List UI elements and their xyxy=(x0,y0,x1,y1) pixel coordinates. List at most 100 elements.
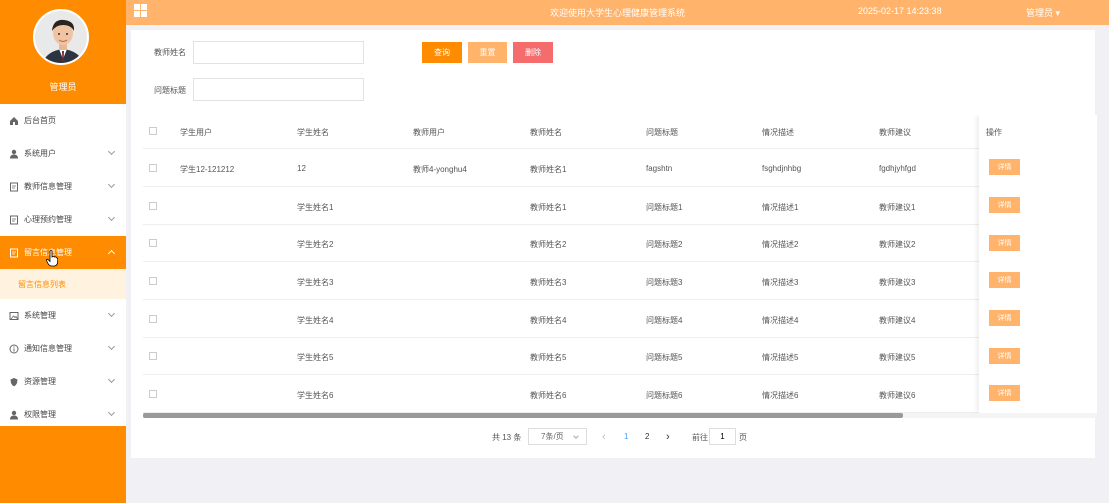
sidebar-item-label: 权限管理 xyxy=(24,410,56,419)
cell-suggestion: 教师建议3 xyxy=(879,278,916,287)
cell-question-title: 问题标题1 xyxy=(646,203,683,212)
detail-button[interactable]: 详情 xyxy=(989,272,1020,288)
row-checkbox[interactable] xyxy=(149,390,157,398)
delete-button[interactable]: 删除 xyxy=(513,42,553,63)
row-checkbox[interactable] xyxy=(149,239,157,247)
horizontal-scrollbar[interactable] xyxy=(143,413,903,418)
sidebar-item-home[interactable]: 后台首页 xyxy=(0,104,126,137)
hand-pointer-icon xyxy=(46,250,59,267)
cell-student-name: 学生姓名1 xyxy=(297,203,334,212)
question-title-label: 问题标题 xyxy=(154,86,186,95)
operation-column: 操作 详情 详情 详情 详情 详情 详情 详情 xyxy=(979,115,1097,413)
detail-button[interactable]: 详情 xyxy=(989,385,1020,401)
sidebar-item-system-users[interactable]: 系统用户 xyxy=(0,137,126,170)
chevron-down-icon xyxy=(107,147,116,156)
data-table: 学生用户 学生姓名 教师用户 教师姓名 问题标题 情况描述 教师建议 学生12-… xyxy=(143,115,1097,418)
sidebar-subitem-message-list[interactable]: 留言信息列表 xyxy=(0,269,126,299)
teacher-name-label: 教师姓名 xyxy=(154,48,186,57)
user-icon xyxy=(9,410,19,420)
column-header: 学生用户 xyxy=(180,128,212,137)
sidebar-item-system-management[interactable]: 系统管理 xyxy=(0,299,126,332)
cell-student-name: 学生姓名2 xyxy=(297,240,334,249)
sidebar-item-resources[interactable]: 资源管理 xyxy=(0,365,126,398)
cell-description: 情况描述5 xyxy=(762,353,799,362)
goto-label: 前往 xyxy=(692,432,708,442)
detail-button[interactable]: 详情 xyxy=(989,159,1020,175)
datetime: 2025-02-17 14:23:38 xyxy=(858,6,942,16)
role-label: 管理员 xyxy=(49,82,77,92)
select-all-checkbox[interactable] xyxy=(149,127,157,135)
row-checkbox[interactable] xyxy=(149,202,157,210)
document-icon xyxy=(9,215,19,225)
row-divider xyxy=(143,299,1097,300)
query-button[interactable]: 查询 xyxy=(422,42,462,63)
question-title-input[interactable] xyxy=(193,78,364,101)
cell-description: 情况描述6 xyxy=(762,391,799,400)
sidebar-header: 管理员 xyxy=(0,0,126,104)
cell-student-name: 学生姓名3 xyxy=(297,278,334,287)
sidebar-footer xyxy=(0,426,126,503)
cell-student-name: 学生姓名6 xyxy=(297,391,334,400)
cell-teacher-name: 教师姓名3 xyxy=(530,278,567,287)
row-checkbox[interactable] xyxy=(149,164,157,172)
row-divider xyxy=(143,374,1097,375)
cell-suggestion: fgdhjyhfgd xyxy=(879,164,916,173)
sidebar-item-notifications[interactable]: 通知信息管理 xyxy=(0,332,126,365)
sidebar-item-appointments[interactable]: 心理预约管理 xyxy=(0,203,126,236)
sidebar-item-label: 后台首页 xyxy=(24,116,56,125)
teacher-name-input[interactable] xyxy=(193,41,364,64)
chevron-up-icon xyxy=(107,249,116,258)
cell-description: fsghdjnhbg xyxy=(762,164,802,173)
detail-button[interactable]: 详情 xyxy=(989,197,1020,213)
cell-question-title: 问题标题4 xyxy=(646,316,683,325)
row-divider xyxy=(143,337,1097,338)
row-divider xyxy=(143,261,1097,262)
cell-student-name: 学生姓名5 xyxy=(297,353,334,362)
chevron-down-icon xyxy=(107,342,116,351)
detail-button[interactable]: 详情 xyxy=(989,235,1020,251)
goto-page-input[interactable] xyxy=(709,428,736,445)
cell-teacher-name: 教师姓名6 xyxy=(530,391,567,400)
top-bar: 欢迎使用大学生心理健康管理系统 2025-02-17 14:23:38 管理员 … xyxy=(126,0,1109,25)
cell-suggestion: 教师建议1 xyxy=(879,203,916,212)
next-page-button[interactable]: › xyxy=(666,428,670,445)
user-menu[interactable]: 管理员 ▾ xyxy=(1026,6,1060,19)
sidebar-item-teacher-info[interactable]: 教师信息管理 xyxy=(0,170,126,203)
page-1-button[interactable]: 1 xyxy=(624,428,628,445)
sidebar-item-label: 通知信息管理 xyxy=(24,344,72,353)
cell-teacher-name: 教师姓名1 xyxy=(530,165,567,174)
page-2-button[interactable]: 2 xyxy=(645,428,649,445)
row-checkbox[interactable] xyxy=(149,352,157,360)
menu-grid-icon[interactable] xyxy=(134,4,147,17)
avatar xyxy=(33,9,89,65)
shield-icon xyxy=(9,377,19,387)
sidebar-item-messages[interactable]: 留言信息管理 xyxy=(0,236,126,269)
detail-button[interactable]: 详情 xyxy=(989,310,1020,326)
sidebar-item-label: 系统用户 xyxy=(24,149,56,158)
page-suffix: 页 xyxy=(739,432,747,442)
column-header: 学生姓名 xyxy=(297,128,329,137)
cell-description: 情况描述2 xyxy=(762,240,799,249)
chevron-down-icon xyxy=(107,309,116,318)
reset-button[interactable]: 重置 xyxy=(468,42,507,63)
sidebar-item-label: 资源管理 xyxy=(24,377,56,386)
document-icon xyxy=(9,182,19,192)
detail-button[interactable]: 详情 xyxy=(989,348,1020,364)
column-header: 情况描述 xyxy=(762,128,794,137)
cell-teacher-name: 教师姓名5 xyxy=(530,353,567,362)
pagination-total: 共 13 条 xyxy=(492,432,522,442)
cell-teacher-name: 教师姓名2 xyxy=(530,240,567,249)
chevron-down-icon xyxy=(107,375,116,384)
row-checkbox[interactable] xyxy=(149,315,157,323)
prev-page-button[interactable]: ‹ xyxy=(602,428,606,445)
row-checkbox[interactable] xyxy=(149,277,157,285)
page-size-select[interactable]: 7条/页 xyxy=(528,428,587,445)
app-title: 欢迎使用大学生心理健康管理系统 xyxy=(550,8,686,18)
chevron-down-icon xyxy=(107,213,116,222)
cell-question-title: 问题标题2 xyxy=(646,240,683,249)
document-icon xyxy=(9,248,19,258)
row-divider xyxy=(143,148,1097,149)
cell-suggestion: 教师建议2 xyxy=(879,240,916,249)
cell-teacher-name: 教师姓名1 xyxy=(530,203,567,212)
cell-suggestion: 教师建议6 xyxy=(879,391,916,400)
